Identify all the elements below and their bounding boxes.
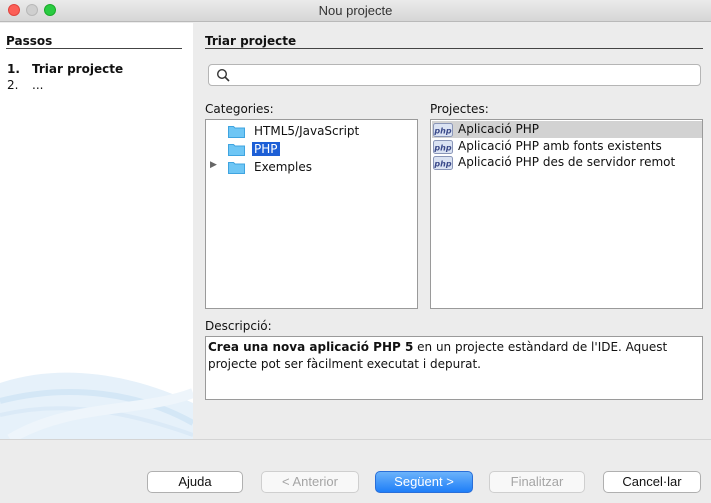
description-text: Crea una nova aplicació PHP 5 en un proj… [205,336,703,400]
category-label: HTML5/JavaScript [254,124,360,138]
next-button[interactable]: Següent > [375,471,473,493]
svg-text:php: php [433,144,451,153]
step-item-2: 2.... [7,78,43,92]
projects-label: Projectes: [430,102,489,116]
title-bar: Nou projecte [0,0,711,22]
search-icon [216,68,230,82]
finish-button[interactable]: Finalitzar [489,471,585,493]
help-button[interactable]: Ajuda [147,471,243,493]
steps-divider [6,48,182,49]
svg-text:php: php [433,160,451,169]
description-bold: Crea una nova aplicació PHP 5 [208,340,414,354]
projects-list[interactable]: php Aplicació PHP php Aplicació PHP amb … [430,119,703,309]
cancel-button[interactable]: Cancel·lar [603,471,701,493]
project-label: Aplicació PHP [458,122,540,136]
back-button[interactable]: < Anterior [261,471,359,493]
php-icon: php [433,123,453,137]
categories-list[interactable]: HTML5/JavaScript PHP ▶ Exemples [205,119,418,309]
search-input[interactable] [208,64,701,86]
window-title: Nou projecte [318,3,393,18]
project-item-php-application[interactable]: php Aplicació PHP [432,121,702,138]
decorative-swoosh [0,372,193,439]
categories-label: Categories: [205,102,274,116]
step-number: 2. [7,78,19,92]
main-heading: Triar projecte [205,34,297,48]
steps-panel: Passos 1. Triar projecte 2.... [0,23,193,439]
svg-text:php: php [433,127,451,136]
php-icon: php [433,140,453,154]
folder-icon [228,126,245,138]
expand-arrow-icon[interactable]: ▶ [210,160,217,170]
button-bar-divider [0,439,711,440]
folder-icon [228,162,245,174]
category-item-html5[interactable]: HTML5/JavaScript [206,122,417,140]
project-item-php-existing-sources[interactable]: php Aplicació PHP amb fonts existents [432,138,702,155]
category-label: PHP [252,142,280,156]
step-label: ... [32,78,44,92]
category-item-exemples[interactable]: ▶ Exemples [206,158,417,176]
project-label: Aplicació PHP amb fonts existents [458,139,662,153]
step-label: Triar projecte [32,62,124,76]
category-item-php[interactable]: PHP [206,140,417,158]
step-number: 1. [7,62,20,76]
folder-icon [228,144,245,156]
project-label: Aplicació PHP des de servidor remot [458,155,676,169]
steps-heading: Passos [6,34,53,48]
step-item-1: 1. Triar projecte [7,62,123,76]
php-icon: php [433,156,453,170]
category-label: Exemples [254,160,312,174]
project-item-php-remote-server[interactable]: php Aplicació PHP des de servidor remot [432,154,702,171]
main-divider [205,48,703,49]
description-label: Descripció: [205,319,272,333]
